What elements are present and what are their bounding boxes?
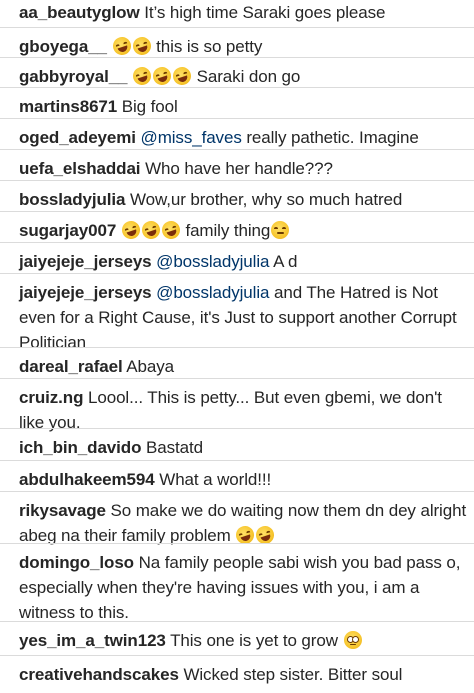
comment-item: ich_bin_davido Bastatd	[0, 428, 474, 460]
comment-text: family thing	[185, 221, 271, 240]
comment-item: gboyega__ this is so petty	[0, 27, 474, 59]
comment-item: sugarjay007 family thing	[0, 211, 474, 243]
comment-username[interactable]: gboyega__	[19, 37, 107, 56]
comment-username[interactable]: bossladyjulia	[19, 190, 126, 209]
comment-username[interactable]: rikysavage	[19, 501, 106, 520]
comment-item: domingo_loso Na family people sabi wish …	[0, 543, 474, 625]
comment-item: jaiyejeje_jerseys @bossladyjulia A d	[0, 242, 474, 274]
comment-divider	[0, 621, 474, 622]
comment-text: Saraki don go	[196, 67, 301, 86]
comment-username[interactable]: oged_adeyemi	[19, 128, 136, 147]
comment-mention[interactable]: @bossladyjulia	[156, 252, 269, 271]
comment-text: Wow,ur brother, why so much hatred	[130, 190, 403, 209]
comment-item: yes_im_a_twin123 This one is yet to grow	[0, 621, 474, 653]
comment-item: martins8671 Big fool	[0, 87, 474, 119]
comment-username[interactable]: creativehandscakes	[19, 665, 179, 684]
comment-divider	[0, 180, 474, 181]
comment-divider	[0, 87, 474, 88]
comment-text: Loool... This is petty... But even gbemi…	[19, 388, 442, 432]
rofl-emoji	[139, 218, 163, 242]
comment-divider	[0, 27, 474, 28]
comment-username[interactable]: yes_im_a_twin123	[19, 631, 166, 650]
comment-username[interactable]: jaiyejeje_jerseys	[19, 252, 152, 271]
comment-item: bossladyjulia Wow,ur brother, why so muc…	[0, 180, 474, 212]
comment-divider	[0, 543, 474, 544]
rofl-emoji	[110, 34, 133, 58]
comment-divider	[0, 491, 474, 492]
comment-mention[interactable]: @bossladyjulia	[156, 283, 269, 302]
comment-divider	[0, 118, 474, 119]
comment-username[interactable]: dareal_rafael	[19, 357, 123, 376]
comment-text: What a world!!!	[159, 470, 272, 489]
comment-username[interactable]: jaiyejeje_jerseys	[19, 283, 152, 302]
comment-username[interactable]: abdulhakeem594	[19, 470, 155, 489]
comment-username[interactable]: uefa_elshaddai	[19, 159, 141, 178]
comment-divider	[0, 460, 474, 461]
comment-mention[interactable]: @miss_faves	[141, 128, 242, 147]
rofl-emoji	[150, 64, 174, 88]
comment-text: Who have her handle???	[145, 159, 333, 178]
comment-text: It’s high time Saraki goes please	[144, 3, 386, 22]
comment-item: uefa_elshaddai Who have her handle???	[0, 149, 474, 181]
comment-divider	[0, 57, 474, 58]
comment-text: A d	[273, 252, 298, 271]
comment-item: oged_adeyemi @miss_faves really pathetic…	[0, 118, 474, 150]
comment-text: Wicked step sister. Bitter soul	[183, 665, 403, 684]
thinking-emoji	[271, 221, 290, 239]
comment-divider	[0, 378, 474, 379]
comment-text: This one is yet to grow	[170, 631, 338, 650]
comment-text: Abaya	[126, 357, 174, 376]
rofl-emoji	[170, 64, 194, 88]
comment-username[interactable]: domingo_loso	[19, 553, 134, 572]
comment-divider	[0, 211, 474, 212]
comment-item: dareal_rafael Abaya	[0, 347, 474, 379]
comment-divider	[0, 273, 474, 274]
comment-item: jaiyejeje_jerseys @bossladyjulia and The…	[0, 273, 474, 355]
comment-divider	[0, 428, 474, 429]
comment-username[interactable]: ich_bin_davido	[19, 438, 141, 457]
comment-divider	[0, 149, 474, 150]
eye-roll-emoji	[343, 631, 362, 649]
rofl-emoji	[119, 218, 143, 242]
comment-text: really pathetic. Imagine	[246, 128, 419, 147]
comment-divider	[0, 242, 474, 243]
comment-feed: aa_beautyglow It’s high time Saraki goes…	[0, 0, 474, 693]
comment-username[interactable]: aa_beautyglow	[19, 3, 140, 22]
comment-divider	[0, 347, 474, 348]
comment-username[interactable]: martins8671	[19, 97, 117, 116]
comment-item: abdulhakeem594 What a world!!!	[0, 460, 474, 492]
comment-username[interactable]: sugarjay007	[19, 221, 116, 240]
comment-item: creativehandscakes Wicked step sister. B…	[0, 655, 474, 687]
comment-username[interactable]: cruiz.ng	[19, 388, 83, 407]
comment-username[interactable]: gabbyroyal__	[19, 67, 128, 86]
rofl-emoji	[130, 64, 154, 88]
comment-item: gabbyroyal__ Saraki don go	[0, 57, 474, 89]
comment-item: aa_beautyglow It’s high time Saraki goes…	[19, 0, 467, 25]
comment-divider	[0, 655, 474, 656]
comment-text: Bastatd	[145, 438, 203, 457]
comment-text: this is so petty	[156, 37, 263, 56]
joy-emoji	[130, 34, 153, 58]
rofl-emoji	[159, 218, 183, 242]
comment-item: rikysavage So make we do waiting now the…	[0, 491, 474, 548]
comment-text: Big fool	[121, 97, 178, 116]
